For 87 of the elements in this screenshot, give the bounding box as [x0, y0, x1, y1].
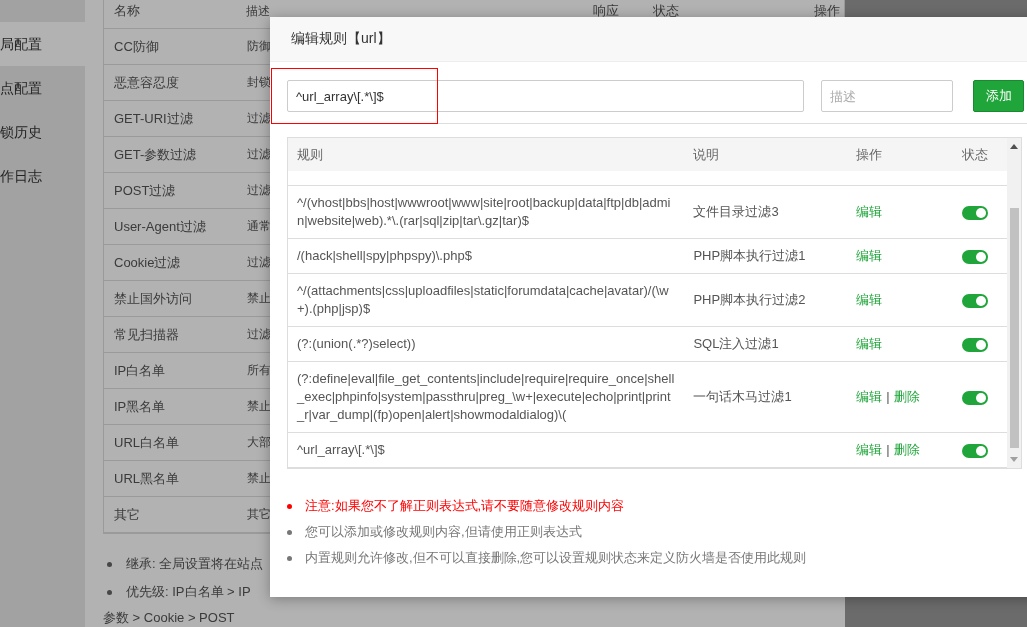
table-cell: 其它	[247, 506, 271, 523]
edit-link[interactable]: 编辑	[856, 292, 883, 307]
scroll-down-icon[interactable]	[1010, 457, 1018, 462]
column-header: 操作	[855, 145, 884, 164]
table-cell: User-Agent过滤	[114, 217, 206, 236]
column-header: 规则	[296, 145, 324, 164]
edit-link[interactable]: 编辑	[856, 336, 883, 351]
bullet-icon	[287, 503, 292, 509]
table-cell: CC防御	[114, 37, 159, 56]
table-cell: 过滤	[247, 326, 271, 343]
table-cell: Cookie过滤	[114, 253, 181, 272]
table-cell: GET-参数过滤	[114, 145, 197, 164]
table-cell: GET-URI过滤	[114, 109, 193, 128]
table-cell: 常见扫描器	[114, 325, 179, 344]
table-cell: IP黑名单	[114, 397, 166, 416]
table-cell: 封锁	[247, 74, 271, 91]
table-cell-text: 一句话木马过滤1	[692, 388, 793, 406]
table-cell: URL黑名单	[114, 469, 179, 488]
column-header: 响应	[593, 2, 620, 20]
table-cell: 其它	[114, 505, 140, 524]
table-cell: 禁止	[247, 290, 271, 307]
scrollbar-thumb[interactable]	[1010, 208, 1019, 448]
table-cell-text: ^url_array\[.*\]$	[296, 441, 386, 459]
rule-input-field[interactable]: ^url_array\[.*\]$	[287, 80, 804, 112]
scroll-up-icon[interactable]	[1010, 144, 1018, 149]
description-input-field[interactable]: 描述	[821, 80, 953, 112]
bullet-icon	[287, 555, 292, 561]
column-header: 描述	[245, 2, 270, 20]
note-text: 内置规则允许修改,但不可以直接删除,您可以设置规则状态来定义防火墙是否使用此规则	[305, 549, 807, 567]
toggle-switch[interactable]	[962, 390, 989, 405]
sidebar-item[interactable]: 锁历史	[0, 110, 85, 154]
note-text: 继承: 全局设置将在站点	[126, 555, 264, 573]
table-cell: 所有	[247, 362, 271, 379]
note-text: 注意:如果您不了解正则表达式,请不要随意修改规则内容	[305, 497, 625, 515]
dialog-title: 编辑规则【url】	[291, 30, 391, 48]
column-header: 名称	[114, 2, 140, 20]
edit-link[interactable]: 编辑	[856, 204, 883, 219]
table-cell-text: (?:(union(.*?)select))	[296, 335, 417, 353]
column-header: 状态	[652, 2, 679, 20]
bullet-icon	[107, 589, 112, 595]
table-cell-text: ^/(attachments|css|uploadfiles|static|forumdata|cache|avatar)/(\w+).(php|jsp)$	[296, 282, 670, 318]
edit-link[interactable]: 编辑	[856, 389, 883, 404]
table-cell: 大部	[247, 434, 271, 451]
toggle-switch[interactable]	[962, 443, 989, 458]
scrollbar[interactable]	[1007, 138, 1021, 468]
table-cell: 禁止国外访问	[114, 289, 192, 308]
separator: |	[886, 389, 890, 404]
toggle-switch[interactable]	[962, 249, 989, 264]
add-button[interactable]: 添加	[973, 80, 1024, 112]
note-text: 您可以添加或修改规则内容,但请使用正则表达式	[305, 523, 582, 541]
table-cell: POST过滤	[114, 181, 176, 200]
note-text: 优先级: IP白名单 > IP	[126, 583, 251, 601]
sidebar-item[interactable]: 局配置	[0, 22, 85, 66]
table-cell-text: 文件目录过滤3	[692, 203, 780, 221]
table-cell: 防御	[247, 38, 271, 55]
delete-link[interactable]: 删除	[893, 389, 920, 404]
table-cell: 过滤	[247, 146, 271, 163]
table-cell-text: PHP脚本执行过滤2	[692, 291, 807, 309]
table-cell: 禁止	[247, 470, 271, 487]
table-cell: 通常	[247, 218, 271, 235]
toggle-switch[interactable]	[962, 337, 989, 352]
table-cell: 禁止	[247, 398, 271, 415]
table-cell: URL白名单	[114, 433, 179, 452]
column-header: 说明	[692, 145, 721, 164]
sidebar-item[interactable]: 作日志	[0, 154, 85, 198]
table-cell-text: ^/(vhost|bbs|host|wwwroot|www|site|root|backup|data|ftp|db|admin|website|web).*\.(rar|sql|zip|tar\.gz|tar)$	[296, 194, 672, 230]
table-cell-text: PHP脚本执行过滤1	[692, 247, 807, 265]
table-cell: 过滤	[247, 182, 271, 199]
bullet-icon	[107, 561, 112, 567]
toggle-switch[interactable]	[962, 205, 989, 220]
table-cell: 过滤	[247, 110, 271, 127]
column-header: 操作	[814, 2, 841, 20]
table-cell-text: SQL注入过滤1	[692, 335, 780, 353]
table-cell-text: /(hack|shell|spy|phpspy)\.php$	[296, 247, 473, 265]
bullet-icon	[287, 529, 292, 535]
edit-link[interactable]: 编辑	[856, 248, 883, 263]
table-cell: 过滤	[247, 254, 271, 271]
note-text: 参数 > Cookie > POST	[103, 609, 236, 627]
toggle-switch[interactable]	[962, 293, 989, 308]
table-cell-text: (?:define|eval|file_get_contents|include|require|require_once|shell_exec|phpinfo|system|passthru|preg_\w+|execute|echo|print|print_r|var_dump|(fp)open|alert|showmodaldialog)\(	[295, 370, 676, 424]
column-header: 状态	[962, 145, 990, 164]
table-cell: IP白名单	[114, 361, 166, 380]
table-cell: 恶意容忍度	[114, 73, 179, 92]
edit-link[interactable]: 编辑	[856, 442, 883, 457]
sidebar-item[interactable]: 点配置	[0, 66, 85, 110]
delete-link[interactable]: 删除	[893, 442, 920, 457]
separator: |	[886, 442, 890, 457]
